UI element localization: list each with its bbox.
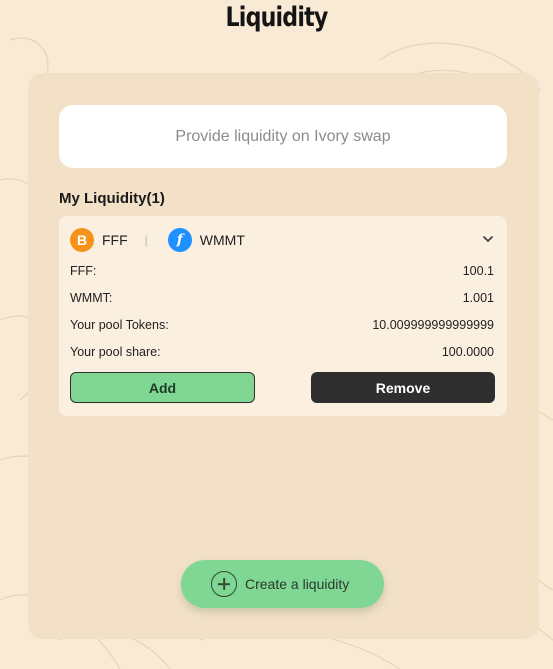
info-label: Your pool Tokens: bbox=[70, 318, 169, 332]
info-label: Your pool share: bbox=[70, 345, 161, 359]
liquidity-position-card: B FFF | f WMMT FFF: 100.1 WMMT: 1.001 Yo… bbox=[59, 216, 507, 416]
wmmt-icon: f bbox=[167, 228, 192, 252]
my-liquidity-title: My Liquidity(1) bbox=[59, 190, 165, 207]
remove-liquidity-button[interactable]: Remove bbox=[311, 372, 495, 403]
info-row-pool-tokens: Your pool Tokens: 10.009999999999999 bbox=[70, 318, 494, 332]
info-row-wmmt: WMMT: 1.001 bbox=[70, 291, 494, 305]
liquidity-panel: Provide liquidity on Ivory swap My Liqui… bbox=[28, 73, 539, 639]
page-title: Liquidity bbox=[225, 2, 329, 33]
info-label: FFF: bbox=[70, 264, 97, 278]
info-label: WMMT: bbox=[70, 291, 113, 305]
info-row-pool-share: Your pool share: 100.0000 bbox=[70, 345, 494, 359]
create-liquidity-label: Create a liquidity bbox=[245, 576, 350, 592]
pair-separator: | bbox=[144, 233, 148, 247]
plus-circle-icon bbox=[211, 571, 237, 597]
info-row-fff: FFF: 100.1 bbox=[70, 264, 494, 278]
create-liquidity-button[interactable]: Create a liquidity bbox=[181, 560, 384, 608]
info-value: 1.001 bbox=[462, 291, 494, 305]
info-value: 100.0000 bbox=[441, 345, 494, 359]
token-b-symbol: WMMT bbox=[199, 232, 245, 248]
chevron-down-icon[interactable] bbox=[481, 232, 495, 246]
add-liquidity-button[interactable]: Add bbox=[70, 372, 255, 403]
provide-liquidity-banner: Provide liquidity on Ivory swap bbox=[59, 105, 507, 168]
info-value: 100.1 bbox=[462, 264, 494, 278]
token-a-symbol: FFF bbox=[102, 232, 128, 248]
bitcoin-icon: B bbox=[70, 228, 94, 252]
pair-header[interactable]: B FFF | f WMMT bbox=[70, 228, 245, 252]
info-value: 10.009999999999999 bbox=[372, 318, 494, 332]
